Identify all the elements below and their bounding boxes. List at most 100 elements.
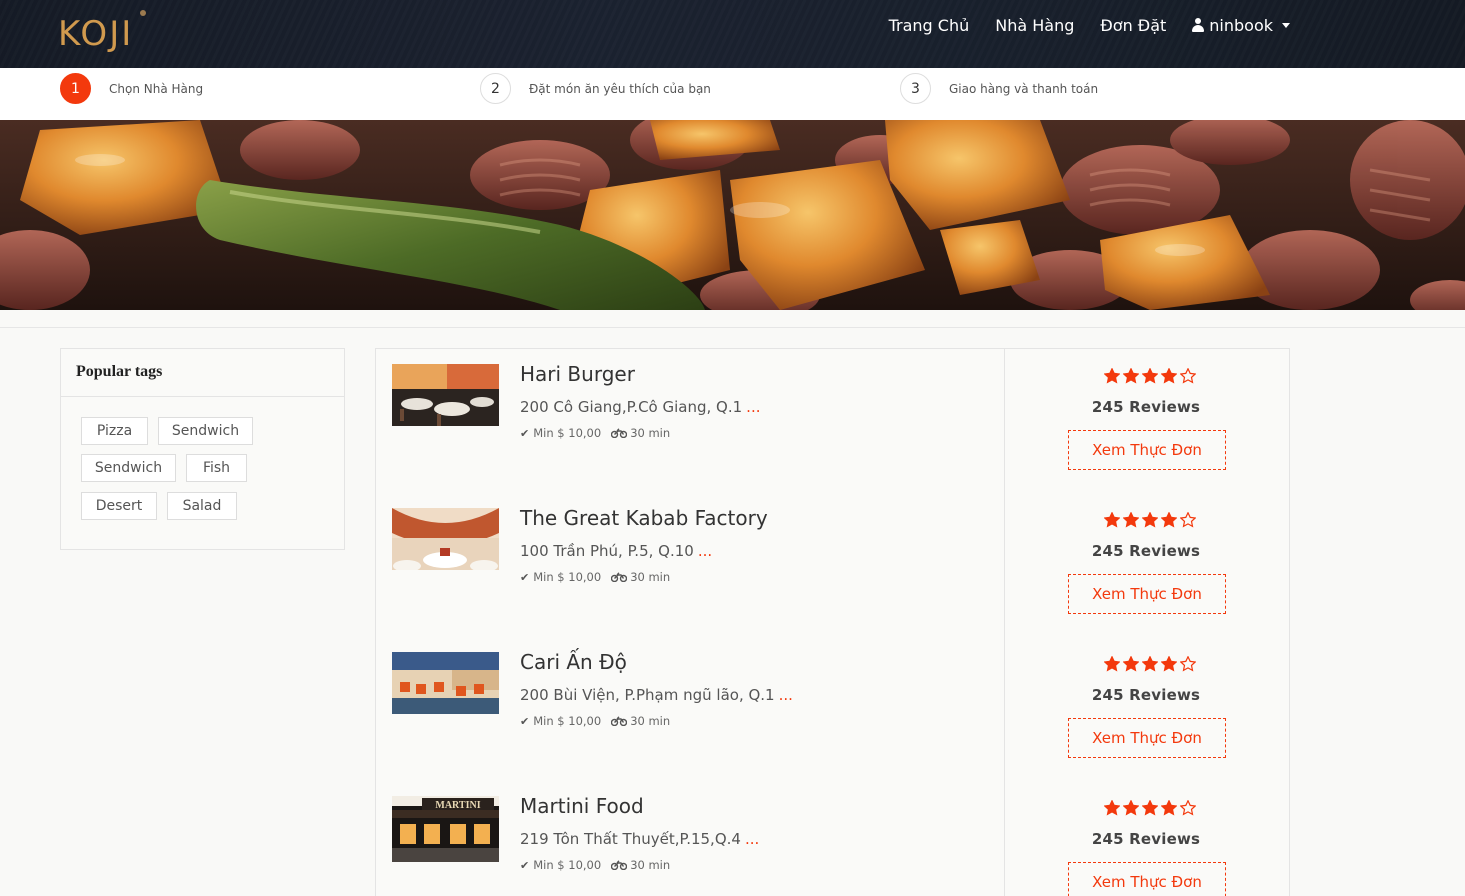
star-empty-icon — [1180, 800, 1196, 816]
step-label: Giao hàng và thanh toán — [949, 81, 1099, 96]
restaurant-thumbnail[interactable] — [392, 508, 499, 570]
restaurant-name[interactable]: Hari Burger — [520, 362, 635, 386]
address-text: 200 Cô Giang,P.Cô Giang, Q.1 — [520, 398, 743, 416]
tag-desert[interactable]: Desert — [81, 492, 157, 520]
star-filled-icon — [1104, 800, 1120, 816]
restaurant-address: 219 Tôn Thất Thuyết,P.15,Q.4... — [520, 830, 759, 848]
review-count[interactable]: 245 Reviews — [1006, 398, 1286, 416]
thumb-sign-text: MARTINI — [435, 800, 480, 811]
caret-down-icon — [1282, 22, 1290, 28]
tag-salad[interactable]: Salad — [167, 492, 237, 520]
star-filled-icon — [1123, 512, 1139, 528]
step-1: 1 Chọn Nhà Hàng — [60, 73, 203, 104]
star-filled-icon — [1142, 656, 1158, 672]
restaurant-thumbnail[interactable]: MARTINI — [392, 796, 499, 862]
step-label: Chọn Nhà Hàng — [109, 81, 204, 96]
restaurant-meta: ✔ Min $ 10,00 30 min — [520, 570, 670, 584]
restaurant-row: Cari Ấn Độ 200 Bùi Viện, P.Phạm ngũ lão,… — [376, 636, 1289, 780]
restaurant-address: 200 Bùi Viện, P.Phạm ngũ lão, Q.1... — [520, 686, 793, 704]
top-navbar: KOJI Trang Chủ Nhà Hàng Đơn Đặt ninbook — [0, 0, 1465, 68]
restaurant-meta: ✔ Min $ 10,00 30 min — [520, 714, 670, 728]
step-label: Đặt món ăn yêu thích của bạn — [529, 81, 711, 96]
popular-tags-panel: Popular tags Pizza Sendwich Sendwich Fis… — [60, 348, 345, 550]
nav-links: Trang Chủ Nhà Hàng Đơn Đặt ninbook — [889, 0, 1290, 50]
restaurant-row: The Great Kabab Factory 100 Trần Phú, P.… — [376, 492, 1289, 636]
restaurant-name[interactable]: Martini Food — [520, 794, 644, 818]
star-filled-icon — [1142, 512, 1158, 528]
address-more-link[interactable]: ... — [746, 398, 760, 416]
address-text: 100 Trần Phú, P.5, Q.10 — [520, 542, 694, 560]
koji-logo[interactable]: KOJI — [58, 14, 133, 54]
delivery-time: 30 min — [630, 714, 671, 728]
restaurant-meta: ✔ Min $ 10,00 30 min — [520, 858, 670, 872]
nav-home-link[interactable]: Trang Chủ — [889, 16, 970, 35]
user-menu-dropdown[interactable]: ninbook — [1192, 16, 1290, 35]
tag-fish[interactable]: Fish — [186, 454, 247, 482]
restaurant-name[interactable]: Cari Ấn Độ — [520, 650, 627, 674]
review-count[interactable]: 245 Reviews — [1006, 830, 1286, 848]
check-icon: ✔ — [520, 714, 530, 728]
star-empty-icon — [1180, 656, 1196, 672]
step-number: 2 — [480, 73, 511, 104]
step-number: 3 — [900, 73, 931, 104]
nav-orders-link[interactable]: Đơn Đặt — [1100, 16, 1166, 35]
star-rating — [1100, 368, 1200, 384]
tag-sendwich[interactable]: Sendwich — [81, 454, 176, 482]
view-menu-button[interactable]: Xem Thực Đơn — [1068, 430, 1226, 470]
star-filled-icon — [1161, 368, 1177, 384]
view-menu-button[interactable]: Xem Thực Đơn — [1068, 718, 1226, 758]
star-filled-icon — [1123, 800, 1139, 816]
star-filled-icon — [1123, 368, 1139, 384]
check-icon: ✔ — [520, 570, 530, 584]
restaurant-name[interactable]: The Great Kabab Factory — [520, 506, 768, 530]
view-menu-button[interactable]: Xem Thực Đơn — [1068, 862, 1226, 896]
star-filled-icon — [1142, 800, 1158, 816]
step-2: 2 Đặt món ăn yêu thích của bạn — [480, 73, 711, 104]
restaurant-row: MARTINI Martini Food 219 Tôn Thất Thuyết… — [376, 780, 1289, 896]
address-more-link[interactable]: ... — [698, 542, 712, 560]
star-empty-icon — [1180, 512, 1196, 528]
address-text: 200 Bùi Viện, P.Phạm ngũ lão, Q.1 — [520, 686, 775, 704]
min-order: Min $ 10,00 — [533, 714, 602, 728]
check-icon: ✔ — [520, 858, 530, 872]
step-3: 3 Giao hàng và thanh toán — [900, 73, 1098, 104]
delivery-time: 30 min — [630, 426, 671, 440]
hero-food-image — [0, 120, 1465, 310]
view-menu-button[interactable]: Xem Thực Đơn — [1068, 574, 1226, 614]
motorbike-icon — [611, 428, 628, 438]
restaurant-row: Hari Burger 200 Cô Giang,P.Cô Giang, Q.1… — [376, 348, 1289, 492]
popular-tags-title: Popular tags — [61, 349, 344, 397]
order-steps: 1 Chọn Nhà Hàng 2 Đặt món ăn yêu thích c… — [0, 68, 1465, 120]
review-count[interactable]: 245 Reviews — [1006, 542, 1286, 560]
star-filled-icon — [1104, 512, 1120, 528]
tag-pizza[interactable]: Pizza — [81, 417, 148, 445]
user-icon — [1192, 18, 1205, 32]
review-count[interactable]: 245 Reviews — [1006, 686, 1286, 704]
star-empty-icon — [1180, 368, 1196, 384]
motorbike-icon — [611, 572, 628, 582]
restaurant-thumbnail[interactable] — [392, 652, 499, 714]
address-more-link[interactable]: ... — [745, 830, 759, 848]
tag-sendwich[interactable]: Sendwich — [158, 417, 253, 445]
restaurant-thumbnail[interactable] — [392, 364, 499, 426]
min-order: Min $ 10,00 — [533, 570, 602, 584]
delivery-time: 30 min — [630, 570, 671, 584]
hero-food-banner — [0, 120, 1465, 310]
logo-mark — [140, 10, 146, 16]
section-divider — [0, 327, 1465, 328]
min-order: Min $ 10,00 — [533, 426, 602, 440]
check-icon: ✔ — [520, 426, 530, 440]
star-rating — [1100, 512, 1200, 528]
address-more-link[interactable]: ... — [779, 686, 793, 704]
star-filled-icon — [1104, 368, 1120, 384]
restaurant-meta: ✔ Min $ 10,00 30 min — [520, 426, 670, 440]
restaurant-address: 200 Cô Giang,P.Cô Giang, Q.1... — [520, 398, 760, 416]
motorbike-icon — [611, 860, 628, 870]
nav-restaurants-link[interactable]: Nhà Hàng — [995, 16, 1074, 35]
star-filled-icon — [1104, 656, 1120, 672]
star-filled-icon — [1142, 368, 1158, 384]
star-filled-icon — [1161, 512, 1177, 528]
step-number: 1 — [60, 73, 91, 104]
star-rating — [1100, 656, 1200, 672]
address-text: 219 Tôn Thất Thuyết,P.15,Q.4 — [520, 830, 741, 848]
